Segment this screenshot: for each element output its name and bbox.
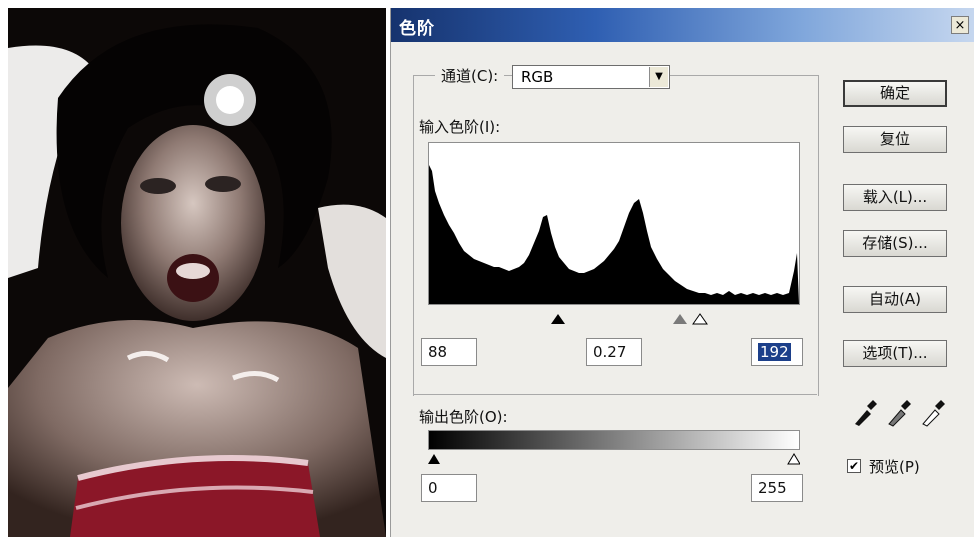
- chevron-down-icon[interactable]: ▼: [649, 67, 668, 87]
- levels-dialog: 色阶 × 通道(C): RGB ▼ 输入色阶(I): 88 0.27 192 输…: [390, 8, 974, 537]
- histogram: [428, 142, 800, 305]
- channel-label: 通道(C):: [441, 67, 499, 85]
- output-levels-slider[interactable]: [428, 450, 801, 466]
- channel-legend: 通道(C):: [435, 64, 505, 88]
- input-black-field[interactable]: 88: [421, 338, 477, 366]
- output-black-handle: [428, 454, 440, 464]
- eyedropper-white-icon: [922, 400, 945, 427]
- eyedropper-black-icon: [855, 400, 877, 426]
- preview-checkbox[interactable]: ✔: [847, 459, 861, 473]
- load-button[interactable]: 载入(L)...: [843, 184, 947, 211]
- preview-label: 预览(P): [869, 458, 920, 476]
- input-white-field[interactable]: 192: [751, 338, 803, 366]
- options-button[interactable]: 选项(T)...: [843, 340, 947, 367]
- output-white-handle: [787, 453, 801, 465]
- channel-select[interactable]: RGB ▼: [512, 65, 670, 89]
- input-white-value: 192: [758, 343, 791, 361]
- ok-button[interactable]: 确定: [843, 80, 947, 107]
- group-divider: [413, 394, 817, 395]
- output-white-field[interactable]: 255: [751, 474, 803, 502]
- output-gradient-bar: [428, 430, 800, 450]
- save-button[interactable]: 存储(S)...: [843, 230, 947, 257]
- eyedropper-group: [849, 398, 949, 428]
- dialog-title: 色阶: [399, 19, 435, 39]
- output-levels-label: 输出色阶(O):: [419, 408, 508, 426]
- reset-button[interactable]: 复位: [843, 126, 947, 153]
- output-black-field[interactable]: 0: [421, 474, 477, 502]
- auto-button[interactable]: 自动(A): [843, 286, 947, 313]
- input-levels-slider[interactable]: [428, 308, 800, 326]
- dialog-titlebar[interactable]: 色阶 ×: [391, 8, 974, 42]
- input-gamma-field[interactable]: 0.27: [586, 338, 642, 366]
- black-point-handle: [551, 314, 565, 324]
- channel-select-value: RGB: [521, 68, 554, 86]
- close-button[interactable]: ×: [951, 16, 969, 34]
- eyedropper-gray-icon: [888, 400, 911, 427]
- gamma-handle: [673, 314, 687, 324]
- input-levels-label: 输入色阶(I):: [419, 118, 501, 136]
- white-point-handle: [692, 313, 708, 325]
- photo-canvas: [8, 8, 386, 537]
